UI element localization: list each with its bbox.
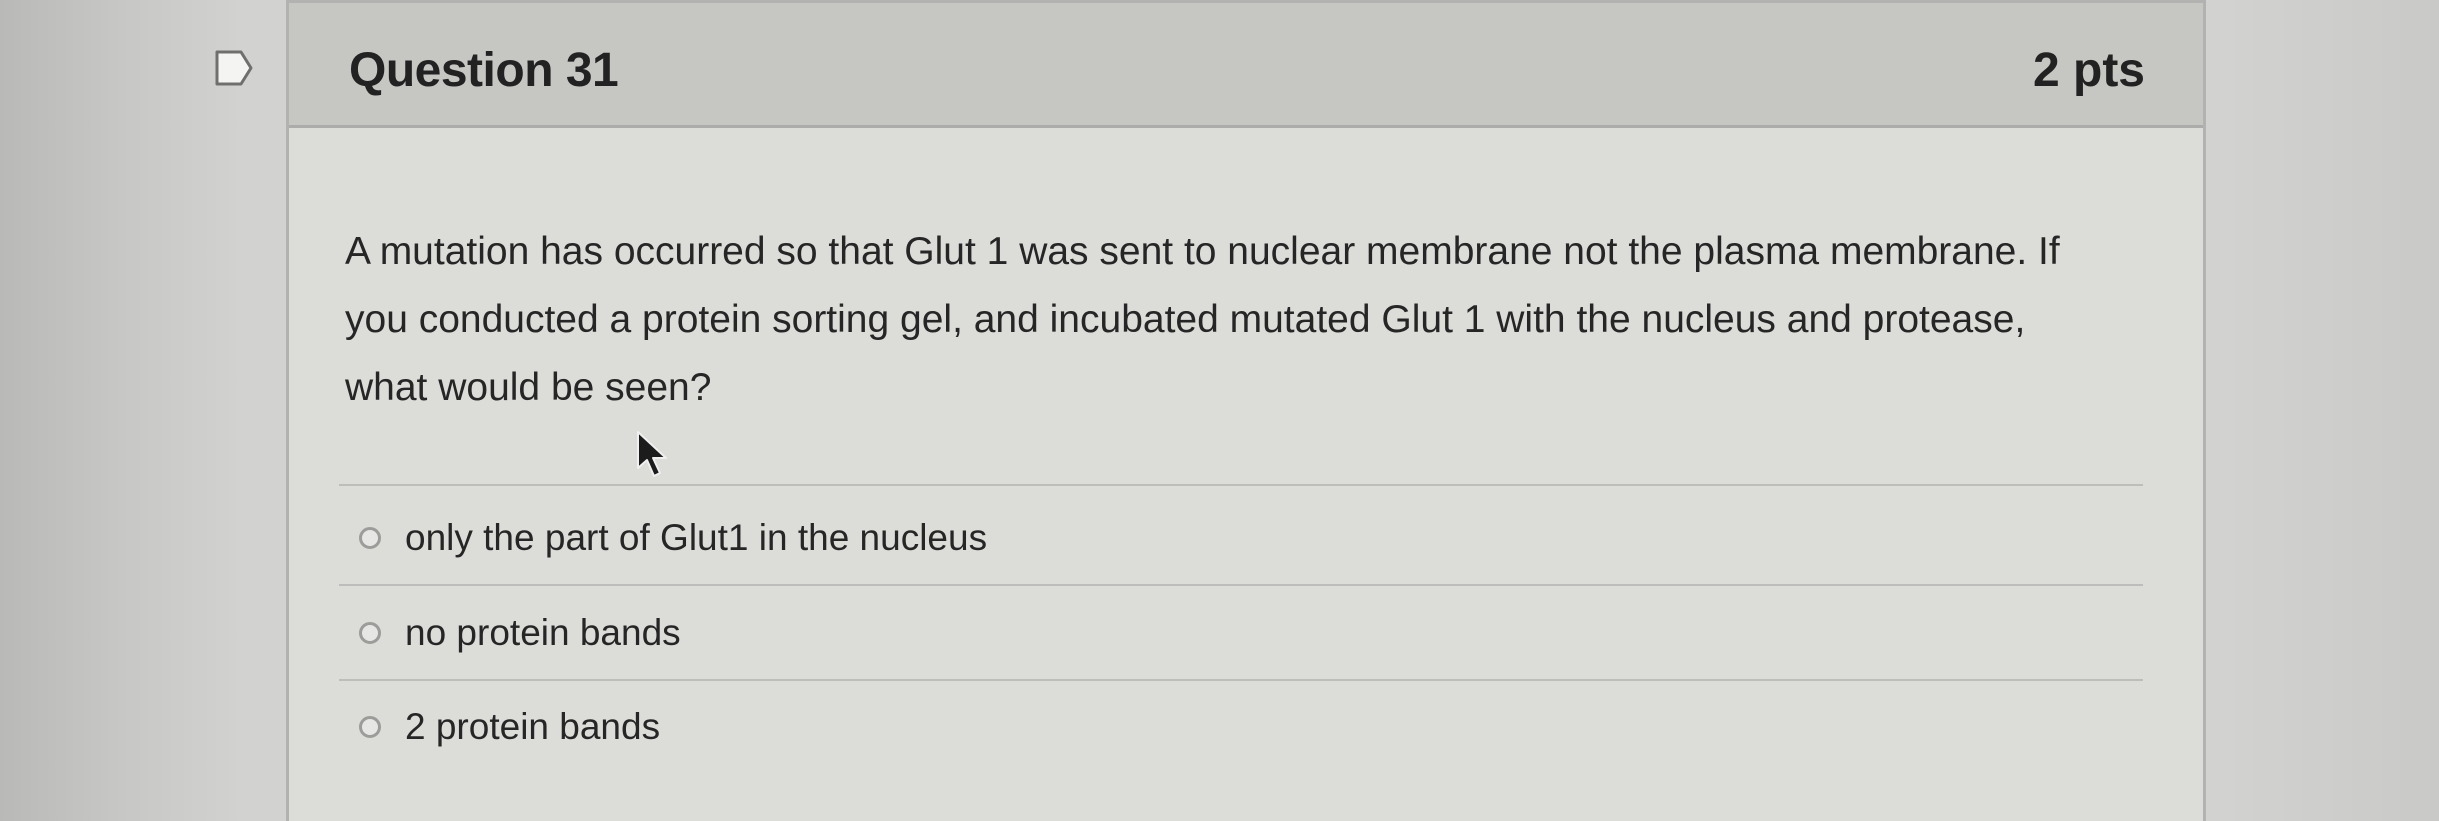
answer-option-3[interactable]: 2 protein bands [359, 697, 660, 757]
answer-divider-1 [339, 584, 2143, 586]
question-card: Question 31 2 pts A mutation has occurre… [286, 0, 2206, 821]
question-points: 2 pts [2032, 44, 2145, 97]
radio-button-2[interactable] [359, 622, 381, 644]
answer-label-3: 2 protein bands [405, 706, 661, 747]
answer-option-1[interactable]: only the part of Glut1 in the nucleus [359, 508, 987, 568]
question-title: Question 31 [349, 44, 619, 97]
answer-option-2[interactable]: no protein bands [359, 603, 681, 663]
question-text: A mutation has occurred so that Glut 1 w… [345, 230, 2060, 409]
radio-button-1[interactable] [359, 527, 381, 549]
answers-top-divider [339, 484, 2143, 486]
mouse-cursor-icon [637, 431, 667, 477]
radio-button-3[interactable] [359, 716, 381, 738]
bookmark-flag-icon[interactable] [214, 48, 254, 88]
question-header: Question 31 2 pts [289, 0, 2203, 128]
answer-divider-2 [339, 679, 2143, 681]
answer-label-1: only the part of Glut1 in the nucleus [405, 517, 988, 558]
answer-label-2: no protein bands [405, 612, 681, 653]
